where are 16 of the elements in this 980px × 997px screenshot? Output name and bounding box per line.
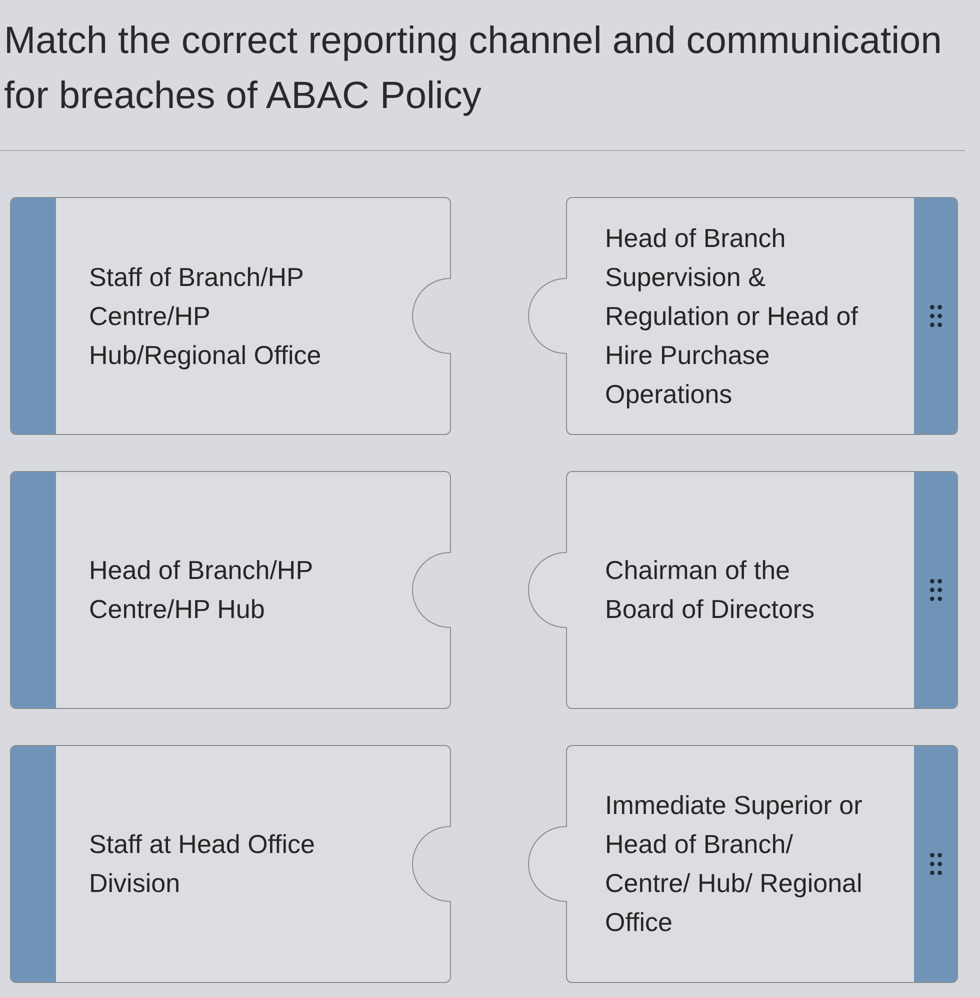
drag-handle[interactable] [914,198,957,434]
answer-card[interactable]: Chairman of the Board of Directors [566,471,958,709]
prompt-text: Staff of Branch/HP Centre/HP Hub/Regional Office [89,260,322,372]
answer-text: Chairman of the Board of Directors [605,554,816,626]
answer-text: Immediate Superior or Head of Branch/ Centre/ Hub/ Regional Office [605,789,864,939]
grip-dots-icon [930,853,942,875]
answer-card[interactable]: Immediate Superior or Head of Branch/ Centre/ Hub/ Regional Office [566,745,958,983]
grip-dots-icon [930,305,942,327]
prompt-text: Staff at Head Office Division [89,828,316,900]
answer-card[interactable]: Head of Branch Supervision & Regulation or Head of Hire Purchase Operations [566,197,958,435]
answer-text: Head of Branch Supervision & Regulation or Head of Hire Purchase Operations [605,222,859,410]
prompt-text: Head of Branch/HP Centre/HP Hub [89,554,314,626]
grip-dots-icon [930,579,942,601]
drag-handle[interactable] [914,472,957,708]
question-title: Match the correct reporting channel and communication for breaches of ABAC Policy [3,19,943,119]
drag-handle[interactable] [914,746,957,982]
